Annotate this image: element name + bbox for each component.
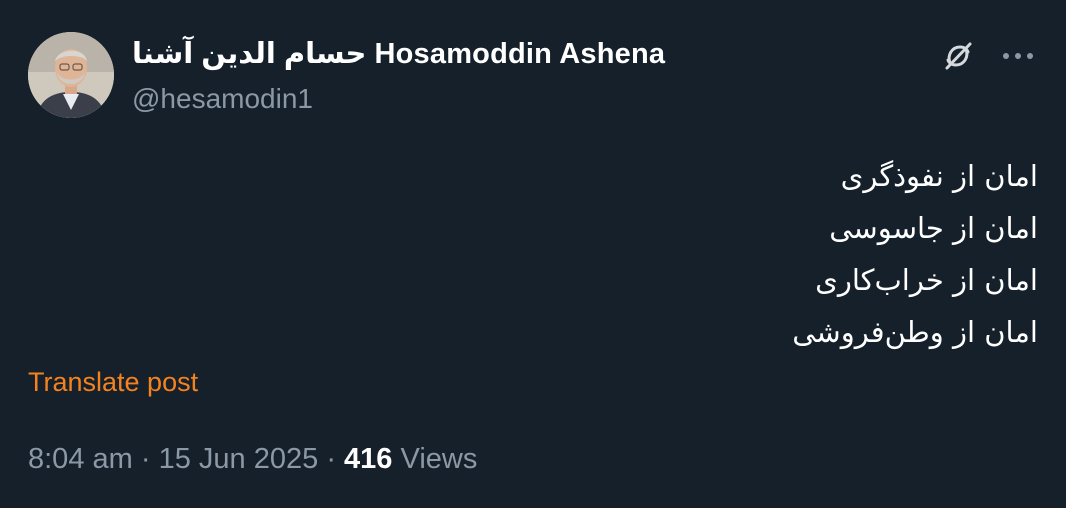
- author-display-name[interactable]: حسام الدين آشنا Hosamoddin Ashena: [132, 36, 665, 72]
- meta-separator: ·: [326, 443, 336, 475]
- views-label[interactable]: Views: [401, 443, 478, 475]
- tweet-time[interactable]: 8:04 am: [28, 443, 133, 475]
- tweet-text-line: امان از نفوذگری: [840, 159, 1038, 193]
- tweet-meta: 8:04 am · 15 Jun 2025 · 416 Views: [28, 440, 477, 478]
- grok-button[interactable]: [938, 36, 978, 76]
- grok-icon: [945, 42, 972, 70]
- views-count[interactable]: 416: [344, 443, 392, 475]
- meta-separator: ·: [140, 443, 151, 475]
- translate-post-link[interactable]: Translate post: [28, 364, 198, 400]
- more-options-button[interactable]: [998, 36, 1038, 76]
- author-handle[interactable]: @hesamodin1: [132, 82, 313, 116]
- tweet-text-line: امان از وطن‌فروشی: [792, 315, 1038, 349]
- more-options-icon: [1003, 53, 1033, 59]
- tweet-text-line: امان از جاسوسی: [829, 211, 1038, 245]
- avatar[interactable]: [28, 32, 114, 118]
- tweet-text: امان از نفوذگری امان از جاسوسی امان از خ…: [338, 150, 1038, 358]
- tweet-card: حسام الدين آشنا Hosamoddin Ashena @hesam…: [0, 0, 1066, 508]
- avatar-image: [28, 32, 114, 118]
- tweet-date[interactable]: 15 Jun 2025: [159, 443, 319, 475]
- tweet-text-line: امان از خراب‌کاری: [815, 263, 1038, 297]
